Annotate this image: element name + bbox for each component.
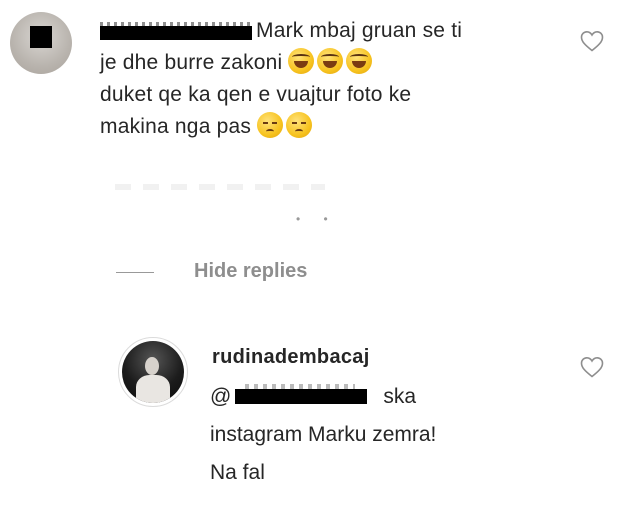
reply-avatar[interactable] <box>118 337 188 407</box>
redacted-username[interactable] <box>100 20 252 40</box>
reply-username[interactable]: rudinadembacaj <box>212 346 370 369</box>
rolling-on-floor-laughing-emoji <box>346 48 373 74</box>
reply-text-line2: instagram Marku zemra! <box>210 423 437 446</box>
mention-prefix[interactable]: @ <box>210 385 231 408</box>
faded-comment-meta <box>115 184 325 190</box>
redacted-mention[interactable] <box>235 384 368 404</box>
reply-text-line3: Na fal <box>210 461 265 484</box>
reply-text-part1: ska <box>383 385 417 408</box>
loading-dots: • • <box>296 212 338 226</box>
comment-text-line2: je dhe burre zakoni <box>100 51 283 74</box>
pensive-face-emoji <box>257 112 284 138</box>
pensive-face-emoji <box>286 112 313 138</box>
avatar-censor-block <box>30 26 52 48</box>
hide-replies-line <box>116 272 154 273</box>
like-heart-icon[interactable] <box>580 30 604 52</box>
hide-replies-button[interactable]: Hide replies <box>194 260 307 283</box>
rolling-on-floor-laughing-emoji <box>288 48 315 74</box>
reply-body: @ ska instagram Marku zemra! Na fal <box>210 378 510 492</box>
comment-text-line3: duket qe ka qen e vuajtur foto ke <box>100 83 412 106</box>
rolling-on-floor-laughing-emoji <box>317 48 344 74</box>
comment-body: Mark mbaj gruan se ti je dhe burre zakon… <box>100 15 560 143</box>
comment-text-line1: Mark mbaj gruan se ti <box>256 19 463 42</box>
like-heart-icon[interactable] <box>580 356 604 378</box>
comment-text-line4: makina nga pas <box>100 115 252 138</box>
commenter-avatar[interactable] <box>10 12 72 74</box>
